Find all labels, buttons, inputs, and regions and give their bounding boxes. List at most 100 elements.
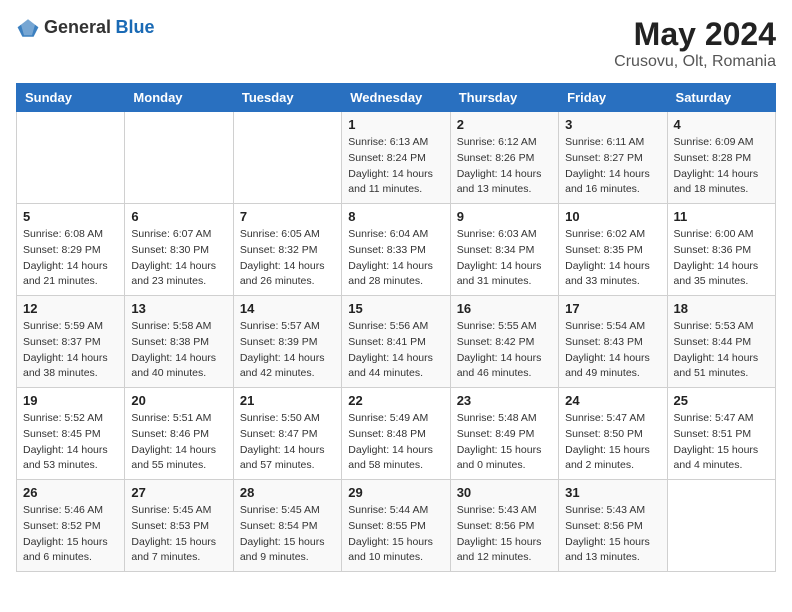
day-info: Sunrise: 5:53 AMSunset: 8:44 PMDaylight:… bbox=[674, 319, 769, 382]
calendar-cell: 19 Sunrise: 5:52 AMSunset: 8:45 PMDayligh… bbox=[17, 388, 125, 480]
day-number: 10 bbox=[565, 209, 660, 224]
day-number: 8 bbox=[348, 209, 443, 224]
logo-general: General bbox=[44, 17, 111, 37]
logo-icon bbox=[16, 16, 40, 40]
calendar-week-row: 19 Sunrise: 5:52 AMSunset: 8:45 PMDayligh… bbox=[17, 388, 776, 480]
day-number: 12 bbox=[23, 301, 118, 316]
day-info: Sunrise: 5:52 AMSunset: 8:45 PMDaylight:… bbox=[23, 411, 118, 474]
day-info: Sunrise: 6:09 AMSunset: 8:28 PMDaylight:… bbox=[674, 135, 769, 198]
day-number: 5 bbox=[23, 209, 118, 224]
calendar-cell: 26Sunrise: 5:46 AMSunset: 8:52 PMDayligh… bbox=[17, 480, 125, 572]
calendar-week-row: 5 Sunrise: 6:08 AMSunset: 8:29 PMDaylight… bbox=[17, 204, 776, 296]
title-block: May 2024 Crusovu, Olt, Romania bbox=[614, 16, 776, 71]
calendar-cell: 4 Sunrise: 6:09 AMSunset: 8:28 PMDaylight… bbox=[667, 112, 775, 204]
column-header-saturday: Saturday bbox=[667, 84, 775, 112]
day-info: Sunrise: 6:02 AMSunset: 8:35 PMDaylight:… bbox=[565, 227, 660, 290]
day-number: 27 bbox=[131, 485, 226, 500]
calendar-week-row: 1Sunrise: 6:13 AMSunset: 8:24 PMDaylight… bbox=[17, 112, 776, 204]
day-info: Sunrise: 6:12 AMSunset: 8:26 PMDaylight:… bbox=[457, 135, 552, 198]
calendar-cell: 27 Sunrise: 5:45 AMSunset: 8:53 PMDayligh… bbox=[125, 480, 233, 572]
month-year: May 2024 bbox=[614, 16, 776, 53]
day-info: Sunrise: 5:56 AMSunset: 8:41 PMDaylight:… bbox=[348, 319, 443, 382]
calendar-week-row: 26Sunrise: 5:46 AMSunset: 8:52 PMDayligh… bbox=[17, 480, 776, 572]
day-info: Sunrise: 5:46 AMSunset: 8:52 PMDaylight:… bbox=[23, 503, 118, 566]
calendar-cell: 30 Sunrise: 5:43 AMSunset: 8:56 PMDayligh… bbox=[450, 480, 558, 572]
calendar-week-row: 12 Sunrise: 5:59 AMSunset: 8:37 PMDayligh… bbox=[17, 296, 776, 388]
column-header-tuesday: Tuesday bbox=[233, 84, 341, 112]
calendar-cell: 10 Sunrise: 6:02 AMSunset: 8:35 PMDayligh… bbox=[559, 204, 667, 296]
day-info: Sunrise: 5:51 AMSunset: 8:46 PMDaylight:… bbox=[131, 411, 226, 474]
day-info: Sunrise: 6:08 AMSunset: 8:29 PMDaylight:… bbox=[23, 227, 118, 290]
location: Crusovu, Olt, Romania bbox=[614, 53, 776, 71]
day-number: 30 bbox=[457, 485, 552, 500]
day-number: 29 bbox=[348, 485, 443, 500]
day-info: Sunrise: 5:45 AMSunset: 8:53 PMDaylight:… bbox=[131, 503, 226, 566]
day-number: 7 bbox=[240, 209, 335, 224]
calendar-cell: 29 Sunrise: 5:44 AMSunset: 8:55 PMDayligh… bbox=[342, 480, 450, 572]
calendar-table: SundayMondayTuesdayWednesdayThursdayFrid… bbox=[16, 83, 776, 572]
calendar-cell: 3 Sunrise: 6:11 AMSunset: 8:27 PMDaylight… bbox=[559, 112, 667, 204]
calendar-cell: 25Sunrise: 5:47 AMSunset: 8:51 PMDayligh… bbox=[667, 388, 775, 480]
calendar-cell bbox=[17, 112, 125, 204]
day-info: Sunrise: 5:57 AMSunset: 8:39 PMDaylight:… bbox=[240, 319, 335, 382]
calendar-cell: 18 Sunrise: 5:53 AMSunset: 8:44 PMDayligh… bbox=[667, 296, 775, 388]
day-number: 14 bbox=[240, 301, 335, 316]
calendar-cell: 22 Sunrise: 5:49 AMSunset: 8:48 PMDayligh… bbox=[342, 388, 450, 480]
calendar-cell: 28Sunrise: 5:45 AMSunset: 8:54 PMDayligh… bbox=[233, 480, 341, 572]
day-info: Sunrise: 5:43 AMSunset: 8:56 PMDaylight:… bbox=[565, 503, 660, 566]
day-info: Sunrise: 5:50 AMSunset: 8:47 PMDaylight:… bbox=[240, 411, 335, 474]
day-info: Sunrise: 6:04 AMSunset: 8:33 PMDaylight:… bbox=[348, 227, 443, 290]
day-number: 20 bbox=[131, 393, 226, 408]
day-number: 3 bbox=[565, 117, 660, 132]
day-info: Sunrise: 5:58 AMSunset: 8:38 PMDaylight:… bbox=[131, 319, 226, 382]
calendar-cell: 5 Sunrise: 6:08 AMSunset: 8:29 PMDaylight… bbox=[17, 204, 125, 296]
day-info: Sunrise: 5:48 AMSunset: 8:49 PMDaylight:… bbox=[457, 411, 552, 474]
day-number: 15 bbox=[348, 301, 443, 316]
day-number: 1 bbox=[348, 117, 443, 132]
day-number: 22 bbox=[348, 393, 443, 408]
calendar-cell: 20 Sunrise: 5:51 AMSunset: 8:46 PMDayligh… bbox=[125, 388, 233, 480]
day-info: Sunrise: 6:11 AMSunset: 8:27 PMDaylight:… bbox=[565, 135, 660, 198]
calendar-cell: 23Sunrise: 5:48 AMSunset: 8:49 PMDayligh… bbox=[450, 388, 558, 480]
calendar-cell: 1Sunrise: 6:13 AMSunset: 8:24 PMDaylight… bbox=[342, 112, 450, 204]
calendar-cell: 12 Sunrise: 5:59 AMSunset: 8:37 PMDayligh… bbox=[17, 296, 125, 388]
day-info: Sunrise: 5:43 AMSunset: 8:56 PMDaylight:… bbox=[457, 503, 552, 566]
day-number: 13 bbox=[131, 301, 226, 316]
logo-blue: Blue bbox=[116, 17, 155, 37]
day-info: Sunrise: 5:49 AMSunset: 8:48 PMDaylight:… bbox=[348, 411, 443, 474]
day-info: Sunrise: 5:45 AMSunset: 8:54 PMDaylight:… bbox=[240, 503, 335, 566]
calendar-cell: 16Sunrise: 5:55 AMSunset: 8:42 PMDayligh… bbox=[450, 296, 558, 388]
day-info: Sunrise: 5:59 AMSunset: 8:37 PMDaylight:… bbox=[23, 319, 118, 382]
day-number: 16 bbox=[457, 301, 552, 316]
calendar-cell bbox=[233, 112, 341, 204]
day-info: Sunrise: 6:03 AMSunset: 8:34 PMDaylight:… bbox=[457, 227, 552, 290]
day-info: Sunrise: 6:05 AMSunset: 8:32 PMDaylight:… bbox=[240, 227, 335, 290]
calendar-header-row: SundayMondayTuesdayWednesdayThursdayFrid… bbox=[17, 84, 776, 112]
column-header-thursday: Thursday bbox=[450, 84, 558, 112]
calendar-cell: 14 Sunrise: 5:57 AMSunset: 8:39 PMDayligh… bbox=[233, 296, 341, 388]
day-info: Sunrise: 5:47 AMSunset: 8:50 PMDaylight:… bbox=[565, 411, 660, 474]
column-header-wednesday: Wednesday bbox=[342, 84, 450, 112]
day-number: 31 bbox=[565, 485, 660, 500]
column-header-monday: Monday bbox=[125, 84, 233, 112]
calendar-cell: 11Sunrise: 6:00 AMSunset: 8:36 PMDayligh… bbox=[667, 204, 775, 296]
day-number: 2 bbox=[457, 117, 552, 132]
day-number: 17 bbox=[565, 301, 660, 316]
calendar-cell: 7 Sunrise: 6:05 AMSunset: 8:32 PMDaylight… bbox=[233, 204, 341, 296]
day-number: 25 bbox=[674, 393, 769, 408]
calendar-cell: 31 Sunrise: 5:43 AMSunset: 8:56 PMDayligh… bbox=[559, 480, 667, 572]
logo: General Blue bbox=[16, 16, 155, 40]
day-number: 18 bbox=[674, 301, 769, 316]
calendar-cell: 24 Sunrise: 5:47 AMSunset: 8:50 PMDayligh… bbox=[559, 388, 667, 480]
calendar-cell bbox=[125, 112, 233, 204]
day-info: Sunrise: 6:00 AMSunset: 8:36 PMDaylight:… bbox=[674, 227, 769, 290]
day-number: 24 bbox=[565, 393, 660, 408]
page-header: General Blue May 2024 Crusovu, Olt, Roma… bbox=[16, 16, 776, 71]
day-number: 19 bbox=[23, 393, 118, 408]
calendar-cell: 6Sunrise: 6:07 AMSunset: 8:30 PMDaylight… bbox=[125, 204, 233, 296]
column-header-friday: Friday bbox=[559, 84, 667, 112]
day-info: Sunrise: 5:44 AMSunset: 8:55 PMDaylight:… bbox=[348, 503, 443, 566]
calendar-cell: 8 Sunrise: 6:04 AMSunset: 8:33 PMDaylight… bbox=[342, 204, 450, 296]
day-number: 6 bbox=[131, 209, 226, 224]
day-number: 4 bbox=[674, 117, 769, 132]
